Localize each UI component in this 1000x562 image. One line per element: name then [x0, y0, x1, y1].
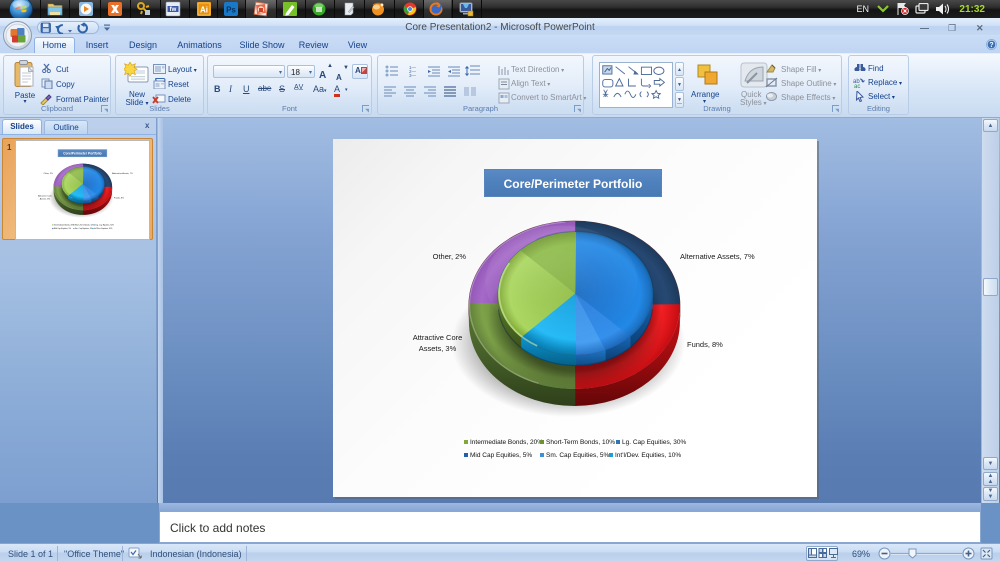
- svg-text:3—: 3—: [409, 73, 417, 78]
- svg-text:Ai: Ai: [200, 6, 208, 15]
- svg-text:fw: fw: [170, 7, 177, 13]
- svg-text:?: ?: [989, 42, 993, 49]
- svg-text:ac: ac: [854, 84, 860, 88]
- svg-text:Ps: Ps: [226, 6, 236, 15]
